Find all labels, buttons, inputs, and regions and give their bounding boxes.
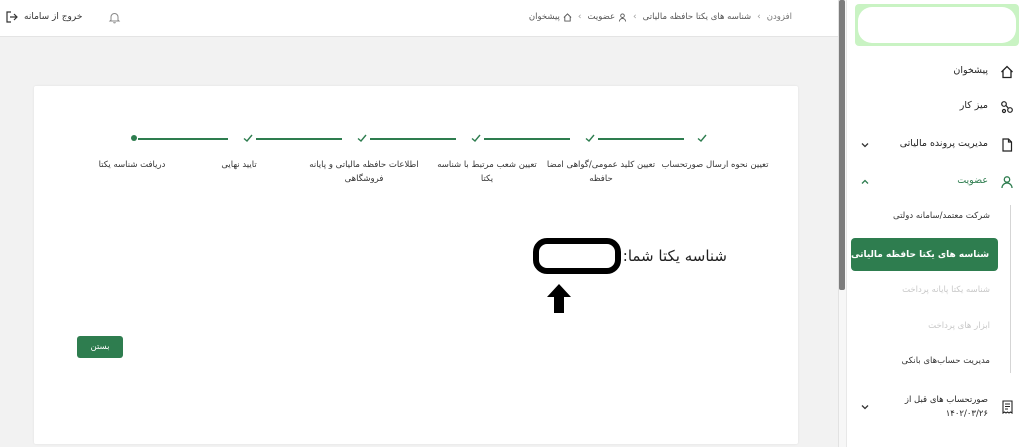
sidebar-item-label: میز کار — [959, 100, 988, 111]
sidebar-item-label: صورتحساب های قبل از ۱۴۰۲/۰۳/۲۶ — [868, 393, 988, 421]
breadcrumb-label: عضویت — [587, 12, 616, 22]
step-connector — [256, 138, 342, 140]
step-3-node — [470, 132, 482, 144]
close-button[interactable]: بستن — [77, 336, 123, 358]
sidebar-item-dashboard[interactable]: پیشخوان — [846, 57, 1024, 87]
sidebar-item-label: عضویت — [957, 175, 988, 186]
unique-id-value-box — [532, 238, 621, 274]
sidebar-item-tax-file[interactable]: مدیریت پرونده مالیاتی — [846, 130, 1024, 160]
wizard-stepper: تعیین نحوه ارسال صورتحساب تعیین کلید عمو… — [34, 86, 798, 206]
sidebar-item-old-invoices[interactable]: صورتحساب های قبل از ۱۴۰۲/۰۳/۲۶ — [846, 390, 1024, 430]
step-2-label: تعیین کلید عمومی/گواهی امضا حافظه — [546, 160, 656, 184]
submenu-item-memory-ids[interactable]: شناسه های یکتا حافظه مالیاتی — [851, 238, 998, 271]
file-icon — [1002, 138, 1013, 152]
breadcrumb-label: افزودن — [766, 12, 792, 22]
step-1-label: تعیین نحوه ارسال صورتحساب — [661, 160, 769, 170]
step-3-label: تعیین شعب مرتبط با شناسه یکتا — [437, 160, 537, 184]
step-6-label: دریافت شناسه یکتا — [98, 160, 166, 170]
step-connector — [598, 138, 684, 140]
step-connector — [138, 138, 228, 140]
step-6-node — [128, 132, 140, 144]
step-2-node — [584, 132, 596, 144]
check-icon — [585, 134, 595, 142]
logout-button[interactable]: خروج از سامانه — [6, 11, 82, 23]
unique-id-label: شناسه یکتا شما: — [622, 247, 727, 265]
breadcrumb-memory-ids[interactable]: شناسه های یکتا حافظه مالیاتی — [643, 12, 751, 22]
chevron-left-icon: › — [577, 12, 582, 22]
breadcrumb-home[interactable]: پیشخوان — [529, 12, 572, 22]
breadcrumb-add: افزودن — [767, 12, 792, 22]
sidebar-item-desk[interactable]: میز کار — [846, 92, 1024, 122]
breadcrumb-label: پیشخوان — [528, 12, 560, 22]
logo — [855, 4, 1019, 46]
user-icon — [1001, 176, 1013, 189]
check-icon — [243, 134, 253, 142]
chevron-down-icon — [861, 405, 869, 410]
step-5-label: تایید نهایی — [221, 160, 257, 170]
logout-icon — [6, 11, 18, 23]
unique-id-result: شناسه یکتا شما: — [532, 238, 727, 274]
breadcrumb: پیشخوان › عضویت › شناسه های یکتا حافظه م… — [529, 12, 792, 22]
breadcrumb-label: شناسه های یکتا حافظه مالیاتی — [642, 12, 752, 22]
chevron-up-icon — [861, 179, 869, 184]
user-icon — [618, 12, 627, 22]
workflow-icon — [1001, 101, 1013, 114]
submenu-divider — [1010, 205, 1011, 373]
invoice-label-line2: ۱۴۰۲/۰۳/۲۶ — [945, 409, 988, 419]
home-icon — [1001, 65, 1013, 79]
breadcrumb-membership[interactable]: عضویت — [588, 12, 628, 22]
check-icon — [471, 134, 481, 142]
receipt-icon — [1002, 400, 1013, 414]
home-icon — [563, 12, 572, 22]
submenu-item-trusted-company[interactable]: شرکت معتمد/سامانه دولتی — [893, 211, 990, 221]
sidebar-item-label: مدیریت پرونده مالیاتی — [899, 138, 988, 149]
step-4-label: اطلاعات حافظه مالیاتی و پایانه فروشگاهی — [309, 160, 419, 184]
wizard-card: تعیین نحوه ارسال صورتحساب تعیین کلید عمو… — [34, 86, 798, 444]
sidebar-item-membership[interactable]: عضویت — [846, 167, 1024, 197]
sidebar-item-label: پیشخوان — [953, 65, 988, 76]
scrollbar-thumb[interactable] — [839, 0, 845, 290]
check-icon — [357, 134, 367, 142]
bell-icon[interactable] — [108, 11, 121, 24]
step-connector — [370, 138, 456, 140]
arrow-up-icon — [547, 284, 571, 313]
chevron-down-icon — [861, 143, 869, 148]
step-connector — [484, 138, 570, 140]
current-step-dot — [131, 135, 137, 141]
submenu-item-payment-tools: ابزار های پرداخت — [928, 321, 990, 331]
invoice-label-line1: صورتحساب های قبل از — [904, 395, 988, 405]
top-bar: خروج از سامانه پیشخوان › عضویت › شناسه ه… — [0, 0, 838, 37]
logout-label: خروج از سامانه — [24, 12, 83, 22]
step-5-node — [242, 132, 254, 144]
submenu-item-payment-terminal: شناسه یکتا پایانه پرداخت — [902, 285, 990, 295]
submenu-item-bank-accounts[interactable]: مدیریت حساب‌های بانکی — [902, 356, 990, 366]
check-icon — [697, 134, 707, 142]
chevron-left-icon: › — [633, 12, 637, 22]
step-4-node — [356, 132, 368, 144]
chevron-left-icon: › — [757, 12, 761, 22]
step-1-node — [696, 132, 708, 144]
